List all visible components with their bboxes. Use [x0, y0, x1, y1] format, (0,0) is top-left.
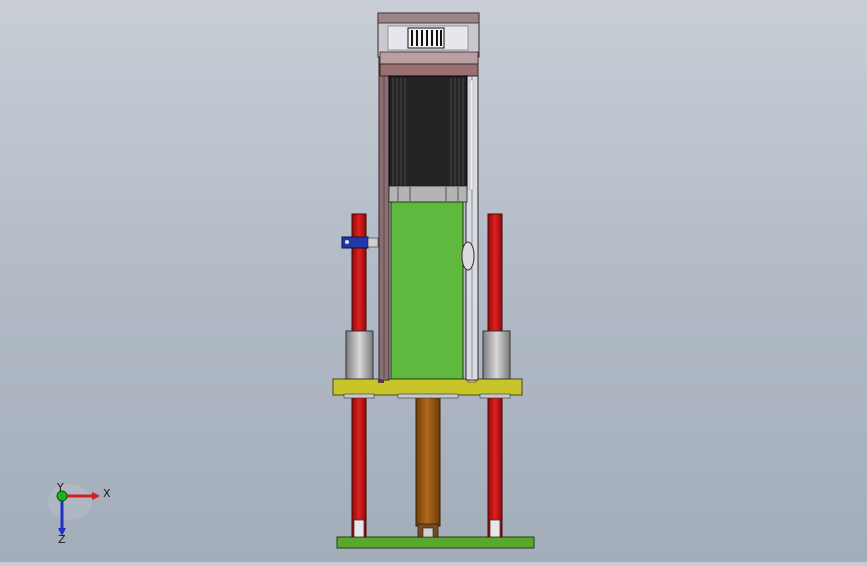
base-plate: [336, 536, 535, 549]
rod-foot-left: [353, 519, 365, 538]
bushing-left: [345, 330, 374, 380]
lead-screw: [415, 395, 441, 527]
bushing-right: [482, 330, 511, 380]
pulley-teeth: [411, 30, 442, 46]
axis-triad: X Y Z: [40, 480, 130, 550]
green-plate: [390, 201, 464, 380]
y-axis-label: Y: [56, 481, 64, 494]
z-axis-label: Z: [58, 533, 66, 546]
motor-mount-plate: [379, 63, 479, 77]
assembly-view[interactable]: [0, 0, 867, 562]
side-knob: [461, 241, 475, 271]
x-axis-label: X: [103, 487, 111, 500]
graphics-viewport[interactable]: X Y Z: [0, 0, 867, 562]
rod-foot-right: [489, 519, 501, 538]
carriage-plate: [332, 378, 523, 396]
